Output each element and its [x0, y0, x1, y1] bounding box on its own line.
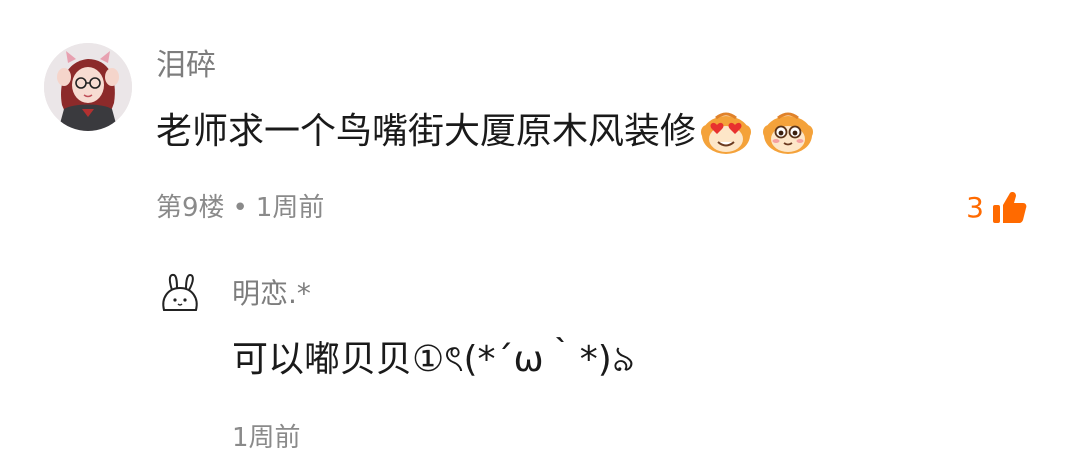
- comment-text: 老师求一个鸟嘴街大厦原木风装修: [156, 111, 697, 152]
- thumbs-up-icon[interactable]: [990, 189, 1028, 227]
- like-count: 3: [966, 191, 984, 224]
- heart-eyes-monkey-emoji: [701, 112, 752, 154]
- comment-time: 1周前: [255, 193, 325, 223]
- reply-time: 1周前: [232, 423, 301, 453]
- like-button[interactable]: 3: [966, 188, 1028, 228]
- avatar[interactable]: [44, 43, 132, 131]
- comment-body: 老师求一个鸟嘴街大厦原木风装修: [156, 108, 816, 156]
- reply-username[interactable]: 明恋.*: [232, 277, 311, 311]
- meta-separator: •: [232, 193, 248, 223]
- monkey-face-emoji: [763, 112, 814, 154]
- floor-number: 第9楼: [156, 193, 225, 223]
- comment-meta: 第9楼 • 1周前: [156, 192, 324, 224]
- reply-text: 可以嘟贝贝①ৎ(*´ω｀*)৯: [232, 339, 636, 380]
- bunny-avatar-icon[interactable]: [158, 272, 202, 316]
- comment-username[interactable]: 泪碎: [156, 48, 216, 84]
